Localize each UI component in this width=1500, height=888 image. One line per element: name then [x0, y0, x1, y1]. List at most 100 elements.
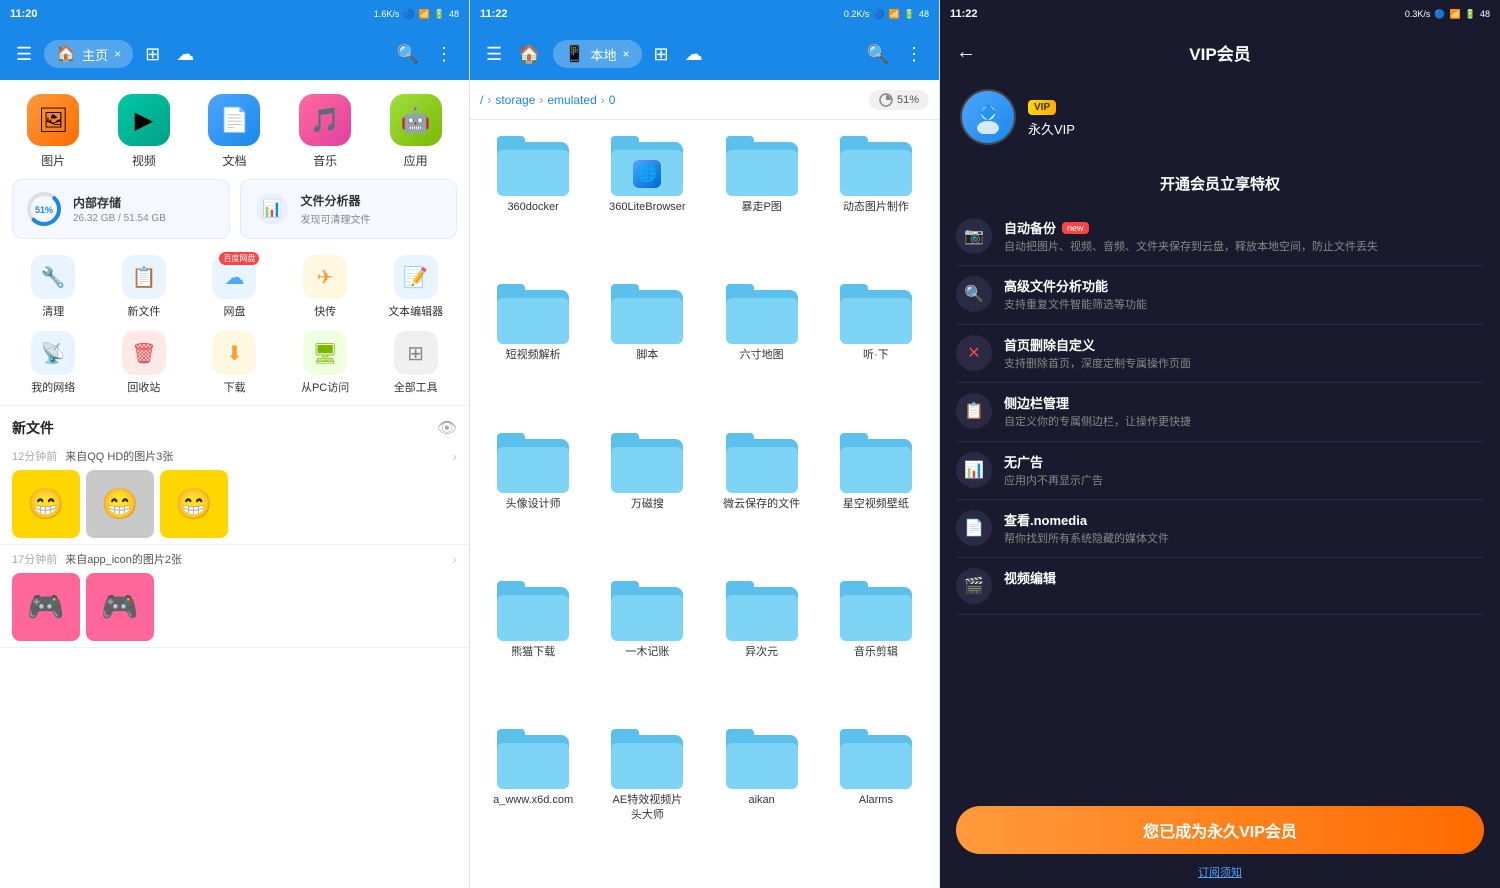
folder-dynamic[interactable]: 动态图片制作	[821, 128, 931, 272]
eye-icon[interactable]: 👁	[437, 418, 457, 438]
tool-transfer-icon: ✈	[303, 255, 347, 299]
file-arrow-1: ›	[452, 448, 457, 464]
benefit-sidebar: 📋 侧边栏管理 自定义你的专属侧边栏，让操作更快捷	[956, 383, 1484, 441]
benefit-nomedia-title-row: 查看.nomedia	[1004, 510, 1484, 529]
benefit-sidebar-title-row: 侧边栏管理	[1004, 393, 1484, 412]
folder-magnet[interactable]: 万磁搜	[592, 425, 702, 569]
tab-local-close[interactable]: ×	[623, 47, 630, 61]
tool-clean[interactable]: 🔧 清理	[12, 255, 95, 319]
benefit-homepage: ✕ 首页删除自定义 支持删除首页，深度定制专属操作页面	[956, 325, 1484, 383]
folder-weiyun[interactable]: 微云保存的文件	[707, 425, 817, 569]
back-button[interactable]: ←	[956, 41, 976, 64]
folder-ae[interactable]: AE特效视频片头大师	[592, 721, 702, 880]
folder-yiciyuan[interactable]: 异次元	[707, 573, 817, 717]
folder-shortvid[interactable]: 短视频解析	[478, 276, 588, 420]
benefit-analyzer-title-row: 高级文件分析功能	[1004, 276, 1484, 295]
new-badge: new	[1062, 222, 1089, 234]
tool-editor[interactable]: 📝 文本编辑器	[374, 255, 457, 319]
tool-all[interactable]: ⊞ 全部工具	[374, 331, 457, 395]
more-icon-2[interactable]: ⋮	[901, 40, 927, 69]
folder-listen[interactable]: 听·下	[821, 276, 931, 420]
vip-username: 永久VIP	[1028, 119, 1075, 138]
folder-yimu-label: 一木记账	[625, 645, 669, 659]
benefits-title: 开通会员立享特权	[940, 165, 1500, 208]
tab-home-label: 主页	[82, 45, 108, 64]
panel-toggle-1[interactable]: ⊞	[141, 40, 164, 69]
cat-music[interactable]: 🎵 音乐	[284, 94, 367, 169]
tool-trash[interactable]: 🗑 回收站	[103, 331, 186, 395]
folder-aikan[interactable]: aikan	[707, 721, 817, 880]
tab-local[interactable]: 📱 本地 ×	[553, 40, 642, 68]
vip-cta-button[interactable]: 您已成为永久VIP会员	[956, 806, 1484, 854]
file-group-1[interactable]: 12分钟前 来自QQ HD的图片3张 › 😁 😁 😁	[0, 442, 469, 545]
panel-toggle-2[interactable]: ⊞	[650, 40, 673, 69]
cat-apps[interactable]: 🤖 应用	[374, 94, 457, 169]
folder-360docker[interactable]: 360docker	[478, 128, 588, 272]
tool-newfile[interactable]: 📋 新文件	[103, 255, 186, 319]
tool-pc[interactable]: 🖥 从PC访问	[284, 331, 367, 395]
home-icon-2[interactable]: 🏠	[514, 40, 544, 69]
folder-map[interactable]: 六寸地图	[707, 276, 817, 420]
time-2: 11:22	[480, 8, 508, 20]
cloud-icon-1[interactable]: ☁	[172, 40, 198, 69]
tab-home[interactable]: 🏠 主页 ×	[44, 40, 133, 68]
svg-text:51%: 51%	[35, 205, 53, 215]
tool-transfer[interactable]: ✈ 快传	[284, 255, 367, 319]
status-bar-3: 11:22 0.3K/s 🔵 📶 🔋 48	[940, 0, 1500, 28]
breadcrumb-storage[interactable]: storage	[495, 93, 535, 107]
tool-network[interactable]: 📡 我的网络	[12, 331, 95, 395]
cat-docs[interactable]: 📄 文档	[193, 94, 276, 169]
folder-panda[interactable]: 熊猫下载	[478, 573, 588, 717]
benefit-sidebar-desc: 自定义你的专属侧边栏，让操作更快捷	[1004, 415, 1484, 430]
breadcrumb-emulated[interactable]: emulated	[547, 93, 596, 107]
menu-icon-2[interactable]: ☰	[482, 40, 506, 69]
more-icon-1[interactable]: ⋮	[431, 40, 457, 69]
benefit-sidebar-text: 侧边栏管理 自定义你的专属侧边栏，让操作更快捷	[1004, 393, 1484, 430]
folder-alarms-label: Alarms	[859, 793, 893, 807]
menu-icon-1[interactable]: ☰	[12, 40, 36, 69]
folder-yimu[interactable]: 一木记账	[592, 573, 702, 717]
folder-starwall[interactable]: 星空视频壁纸	[821, 425, 931, 569]
internal-storage-card[interactable]: 51% 内部存储 26.32 GB / 51.54 GB	[12, 179, 230, 239]
top-bar-1: ☰ 🏠 主页 × ⊞ ☁ 🔍 ⋮	[0, 28, 469, 80]
breadcrumb-0[interactable]: 0	[609, 93, 616, 107]
file-group-2-header: 17分钟前 来自app_icon的图片2张 ›	[12, 551, 457, 567]
cat-images[interactable]: 🖼 图片	[12, 94, 95, 169]
folder-x6d[interactable]: a_www.x6d.com	[478, 721, 588, 880]
file-group-2[interactable]: 17分钟前 来自app_icon的图片2张 › 🎮 🎮	[0, 545, 469, 648]
search-icon-1[interactable]: 🔍	[393, 40, 423, 69]
storage-pct-btn[interactable]: 51%	[869, 90, 929, 110]
benefit-backup-icon: 📷	[956, 218, 992, 254]
folder-avatar[interactable]: 头像设计师	[478, 425, 588, 569]
file-thumbs-1: 😁 😁 😁	[12, 470, 457, 538]
tool-newfile-label: 新文件	[127, 303, 160, 319]
benefit-nomedia: 📄 查看.nomedia 帮你找到所有系统隐藏的媒体文件	[956, 500, 1484, 558]
cat-docs-icon: 📄	[208, 94, 260, 146]
file-analyzer-card[interactable]: 📊 文件分析器 发现可清理文件	[240, 179, 458, 239]
folder-baozou[interactable]: 暴走P图	[707, 128, 817, 272]
benefit-homepage-name: 首页删除自定义	[1004, 335, 1095, 354]
benefit-homepage-icon: ✕	[956, 335, 992, 371]
folder-360litebrowser[interactable]: 🌐 360LiteBrowser	[592, 128, 702, 272]
cloud-icon-2[interactable]: ☁	[681, 40, 707, 69]
svg-text:🔷: 🔷	[979, 104, 996, 121]
bluetooth-icon-2: 🔵	[873, 9, 884, 20]
benefit-backup-title-row: 自动备份 new	[1004, 218, 1484, 237]
folder-alarms[interactable]: Alarms	[821, 721, 931, 880]
breadcrumb-slash[interactable]: /	[480, 93, 483, 107]
file-thumbs-2: 🎮 🎮	[12, 573, 457, 641]
tool-cloud[interactable]: ☁ 百度网盘 网盘	[193, 255, 276, 319]
benefit-noad-desc: 应用内不再显示广告	[1004, 474, 1484, 489]
subscribe-link[interactable]: 订阅须知	[1198, 867, 1242, 879]
benefit-backup-name: 自动备份	[1004, 218, 1056, 237]
folder-x6d-label: a_www.x6d.com	[493, 793, 573, 807]
cat-video[interactable]: ▶ 视频	[103, 94, 186, 169]
folder-musiccut[interactable]: 音乐剪辑	[821, 573, 931, 717]
folder-panda-label: 熊猫下载	[511, 645, 555, 659]
analyzer-icon: 📊	[253, 190, 291, 228]
search-icon-2[interactable]: 🔍	[863, 40, 893, 69]
tool-download[interactable]: ⬇ 下载	[193, 331, 276, 395]
folder-script[interactable]: 脚本	[592, 276, 702, 420]
benefit-noad: 📊 无广告 应用内不再显示广告	[956, 442, 1484, 500]
tab-home-close[interactable]: ×	[114, 47, 121, 61]
